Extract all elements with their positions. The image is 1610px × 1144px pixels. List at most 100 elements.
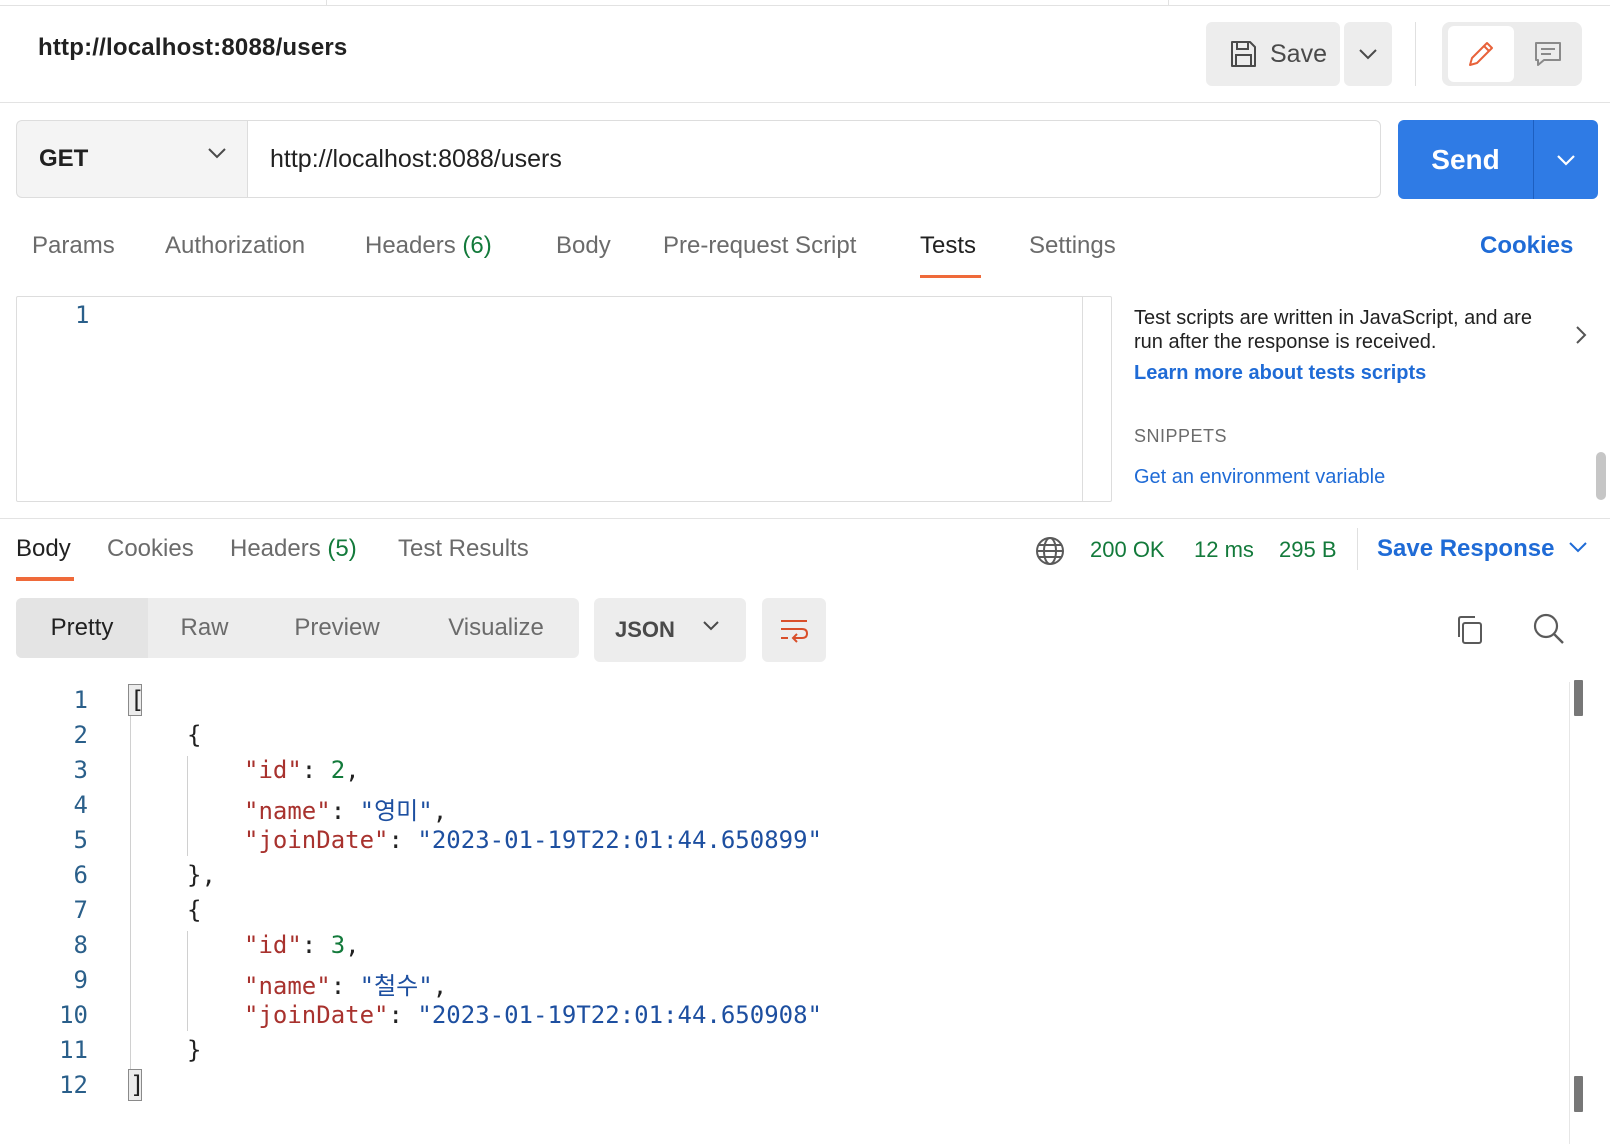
line-number: 3 [73, 756, 88, 784]
tab-headers[interactable]: Headers (6) [365, 232, 492, 260]
response-size[interactable]: 295 B [1279, 537, 1337, 563]
snippets-header: SNIPPETS [1134, 426, 1228, 446]
status-divider [1357, 528, 1358, 570]
chevron-right-icon[interactable] [1574, 324, 1588, 346]
json-key: "joinDate" [244, 826, 389, 854]
globe-icon[interactable] [1034, 535, 1066, 567]
format-select[interactable]: JSON [594, 598, 746, 662]
floppy-disk-icon [1231, 41, 1256, 67]
line-number: 7 [73, 896, 88, 924]
tab-response-cookies[interactable]: Cookies [107, 535, 194, 563]
response-divider [0, 518, 1610, 519]
comment-icon [1535, 42, 1561, 66]
line-number: 8 [73, 931, 88, 959]
chevron-down-icon [703, 621, 719, 631]
json-string: "2023-01-19T22:01:44.650899" [417, 826, 822, 854]
comment-mode-button[interactable] [1518, 26, 1578, 82]
json-key: "joinDate" [244, 1001, 389, 1029]
top-tab-strip [0, 0, 1610, 6]
json-string: "철수" [359, 972, 433, 1000]
tab-body[interactable]: Body [556, 232, 611, 260]
tab-authorization[interactable]: Authorization [165, 232, 305, 260]
tests-script-editor[interactable]: 1 [16, 296, 1112, 502]
side-panel-scrollbar[interactable] [1596, 452, 1606, 500]
chevron-down-icon [1359, 49, 1377, 60]
json-field-id: "id": 2, [244, 756, 360, 784]
request-title[interactable]: http://localhost:8088/users [38, 34, 347, 62]
edit-mode-button[interactable] [1448, 26, 1514, 82]
json-field-name: "name": "철수", [244, 972, 448, 1000]
view-visualize[interactable]: Visualize [413, 598, 579, 658]
json-open-object: { [187, 721, 202, 749]
json-key: "id" [244, 756, 302, 784]
line-number: 6 [73, 861, 88, 889]
json-number: 2 [330, 756, 346, 784]
save-label: Save [1270, 39, 1327, 68]
line-number: 12 [59, 1071, 88, 1099]
tab-prerequest-script[interactable]: Pre-request Script [663, 232, 856, 260]
code-scrollbar-track[interactable] [1569, 682, 1570, 1144]
line-number: 1 [75, 301, 90, 329]
copy-icon[interactable] [1454, 614, 1486, 646]
snippet-item[interactable]: Get an environment variable [1134, 466, 1385, 489]
tab-headers-count: (6) [462, 232, 492, 259]
tab-response-headers-label: Headers [230, 535, 321, 562]
tab-tests[interactable]: Tests [920, 232, 976, 260]
view-pretty[interactable]: Pretty [16, 598, 148, 658]
json-field-name: "name": "영미", [244, 797, 448, 825]
cookies-link[interactable]: Cookies [1480, 232, 1573, 260]
pencil-icon [1469, 42, 1493, 66]
save-button[interactable]: Save [1206, 22, 1340, 86]
response-time[interactable]: 12 ms [1194, 537, 1254, 563]
send-button[interactable]: Send [1398, 120, 1598, 199]
line-number: 9 [73, 966, 88, 994]
code-scrollbar-thumb[interactable] [1574, 1076, 1583, 1112]
json-key: "id" [244, 931, 302, 959]
status-code[interactable]: 200 OK [1090, 537, 1165, 563]
tab-headers-label: Headers [365, 232, 456, 259]
tests-help-text: Test scripts are written in JavaScript, … [1134, 307, 1532, 353]
response-body-viewer[interactable]: 1 2 3 4 5 6 7 8 9 10 11 12 [ { "id": 2, … [0, 670, 1610, 1144]
chevron-down-icon[interactable] [1568, 541, 1588, 553]
tab-settings[interactable]: Settings [1029, 232, 1116, 260]
save-options-button[interactable] [1344, 22, 1392, 86]
wrap-text-icon [781, 620, 809, 643]
tab-response-headers[interactable]: Headers (5) [230, 535, 357, 563]
view-raw[interactable]: Raw [148, 598, 261, 658]
json-string: "2023-01-19T22:01:44.650908" [417, 1001, 822, 1029]
active-tab-indicator [920, 275, 981, 278]
json-key: "name" [244, 797, 331, 825]
json-field-id: "id": 3, [244, 931, 360, 959]
send-label: Send [1431, 144, 1500, 175]
wrap-lines-button[interactable] [762, 598, 826, 662]
method-select[interactable]: GET [16, 120, 247, 198]
learn-more-link[interactable]: Learn more about tests scripts [1134, 362, 1426, 385]
json-number: 3 [330, 931, 346, 959]
search-icon[interactable] [1532, 612, 1566, 646]
json-close-object: } [187, 1036, 202, 1064]
json-string: "영미" [359, 797, 433, 825]
save-response-button[interactable]: Save Response [1377, 535, 1554, 563]
url-input[interactable]: http://localhost:8088/users [247, 120, 1381, 198]
json-close-array: ] [130, 1071, 145, 1099]
active-tab-indicator [16, 577, 74, 581]
code-scrollbar-thumb[interactable] [1574, 680, 1583, 716]
line-number: 1 [73, 686, 88, 714]
header-divider-line [0, 102, 1610, 103]
view-preview[interactable]: Preview [261, 598, 413, 658]
tab-response-body[interactable]: Body [16, 535, 71, 563]
send-options-button[interactable] [1534, 120, 1598, 199]
line-number: 10 [59, 1001, 88, 1029]
json-open-array: [ [130, 686, 145, 714]
tab-params[interactable]: Params [32, 232, 115, 260]
chevron-down-icon [208, 148, 226, 159]
json-open-object: { [187, 896, 202, 924]
tab-response-headers-count: (5) [327, 535, 357, 562]
tab-test-results[interactable]: Test Results [398, 535, 529, 563]
editor-gutter-divider [1082, 297, 1083, 501]
json-field-joindate: "joinDate": "2023-01-19T22:01:44.650899" [244, 826, 822, 854]
json-key: "name" [244, 972, 331, 1000]
line-number: 11 [59, 1036, 88, 1064]
line-number: 5 [73, 826, 88, 854]
chevron-down-icon [1557, 154, 1575, 166]
